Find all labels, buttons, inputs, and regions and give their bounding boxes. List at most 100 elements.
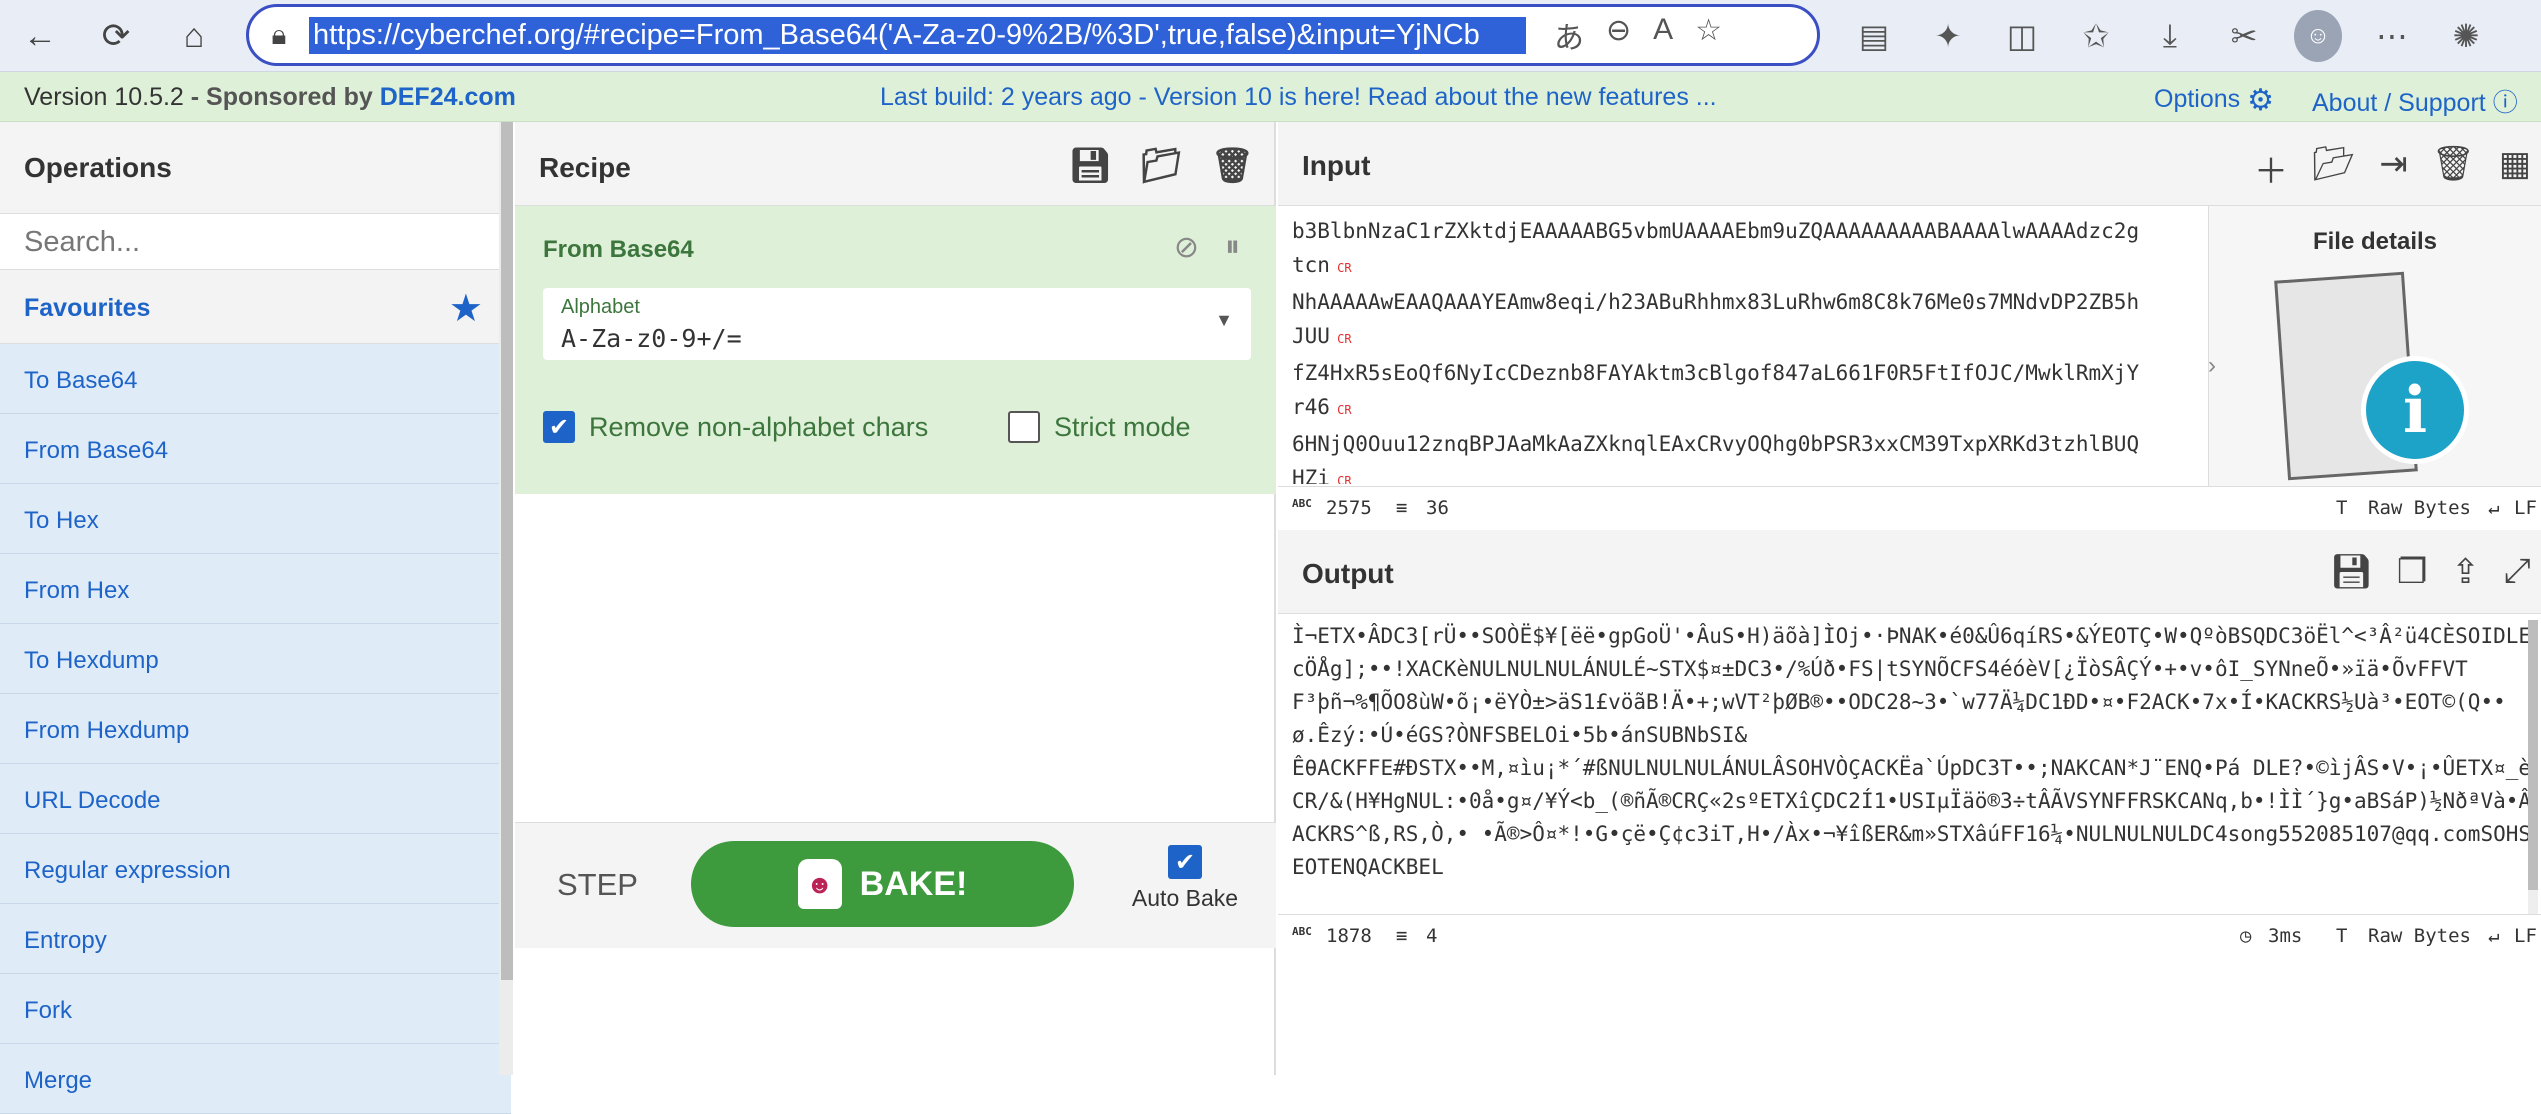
home-button[interactable]: ⌂ bbox=[168, 10, 220, 62]
info-icon: i bbox=[2361, 356, 2469, 464]
op-from-hex[interactable]: From Hex bbox=[0, 554, 511, 624]
alphabet-label: Alphabet bbox=[561, 296, 640, 318]
alphabet-select[interactable]: Alphabet A-Za-z0-9+/= ▼ bbox=[543, 288, 1251, 360]
output-status-bar: ABC 1878 ≡ 4 ◷ 3ms T Raw Bytes ↵ LF bbox=[1278, 914, 2541, 954]
op-from-base64[interactable]: From Base64 bbox=[0, 414, 511, 484]
sponsor-link[interactable]: DEF24.com bbox=[380, 83, 516, 111]
dropdown-caret-icon[interactable]: ▼ bbox=[1215, 310, 1233, 331]
checkbox-checked-icon[interactable]: ✔ bbox=[543, 411, 575, 443]
op-regular-expression[interactable]: Regular expression bbox=[0, 834, 511, 904]
operations-title: Operations bbox=[0, 122, 511, 214]
output-line: EOTENQACKBEL bbox=[1292, 855, 1444, 879]
favorites-icon[interactable]: ✩ bbox=[2072, 10, 2120, 62]
lines-icon: ≡ bbox=[1396, 925, 1408, 947]
operations-scrollbar[interactable] bbox=[499, 122, 513, 1075]
gear-icon[interactable]: ⚙ bbox=[2247, 83, 2274, 118]
zoom-out-icon[interactable]: ⊖ bbox=[1606, 13, 1631, 57]
more-menu-icon[interactable]: ⋯ bbox=[2368, 10, 2416, 62]
favorite-star-icon[interactable]: ☆ bbox=[1695, 13, 1722, 57]
downloads-icon[interactable]: ⤓ bbox=[2146, 10, 2194, 62]
options-label[interactable]: Options bbox=[2154, 85, 2240, 113]
op-to-hexdump[interactable]: To Hexdump bbox=[0, 624, 511, 694]
op-merge[interactable]: Merge bbox=[0, 1044, 511, 1114]
options-link[interactable]: Options ⚙ bbox=[2154, 83, 2274, 118]
output-line: ÊθACKFFE#ÐSTX••M,¤ìu¡*´#ßNULNULNULÁNULÂS… bbox=[1292, 756, 2532, 780]
replace-input-icon[interactable]: ⇪ bbox=[2451, 552, 2480, 592]
op-to-hex[interactable]: To Hex bbox=[0, 484, 511, 554]
maximize-icon[interactable]: ⤢ bbox=[2504, 552, 2531, 592]
clock-icon: ◷ bbox=[2240, 925, 2252, 947]
output-line: Ì¬ETX•ÂDC3[rÜ••SOÒË$¥[ëë•gpGoÜ'•ÂuS•H)äõ… bbox=[1292, 624, 2532, 648]
recipe-title: Recipe bbox=[539, 152, 631, 183]
screenshot-icon[interactable]: ✂ bbox=[2220, 10, 2268, 62]
refresh-button[interactable]: ⟳ bbox=[90, 10, 142, 62]
address-bar[interactable]: 🔒︎ https://cyberchef.org/#recipe=From_Ba… bbox=[246, 4, 1820, 66]
alphabet-value[interactable]: A-Za-z0-9+/= bbox=[561, 324, 742, 353]
profile-avatar[interactable]: ☺ bbox=[2294, 10, 2342, 62]
input-title: Input bbox=[1302, 150, 1371, 181]
input-length: 2575 bbox=[1326, 497, 1372, 519]
back-button[interactable]: ← bbox=[14, 10, 66, 62]
checkbox-unchecked-icon[interactable] bbox=[1008, 411, 1040, 443]
collections-icon[interactable]: ▤ bbox=[1850, 10, 1898, 62]
bake-time: 3ms bbox=[2268, 925, 2303, 947]
input-raw-bytes[interactable]: Raw Bytes bbox=[2368, 497, 2471, 519]
about-label[interactable]: About / Support bbox=[2312, 89, 2486, 117]
abc-icon: ABC bbox=[1292, 925, 1312, 938]
cr-marker: CR bbox=[1329, 261, 1352, 275]
recipe-panel: Recipe 💾︎ 📁︎ 🗑︎ From Base64 ⊘ ⏸︎ Alphabe… bbox=[515, 122, 1276, 1075]
remove-non-alphabet-label[interactable]: Remove non-alphabet chars bbox=[589, 412, 928, 443]
favourites-category[interactable]: Favourites ★ bbox=[0, 270, 511, 344]
bake-button[interactable]: ☻ BAKE! bbox=[691, 841, 1074, 927]
file-details-title: File details bbox=[2312, 228, 2438, 255]
auto-bake-checkbox[interactable]: ✔ Auto Bake bbox=[1125, 845, 1245, 912]
save-output-icon[interactable]: 💾︎ bbox=[2330, 552, 2373, 592]
recipe-op-name: From Base64 bbox=[543, 236, 694, 263]
bake-label[interactable]: BAKE! bbox=[860, 865, 968, 904]
url-text[interactable]: https://cyberchef.org/#recipe=From_Base6… bbox=[309, 16, 1526, 54]
build-notice-link[interactable]: Last build: 2 years ago - Version 10 is … bbox=[880, 83, 1717, 112]
copilot-icon[interactable]: ✺ bbox=[2442, 10, 2490, 62]
disable-op-icon[interactable]: ⊘ bbox=[1174, 230, 1199, 265]
remove-non-alphabet-checkbox[interactable]: ✔ Remove non-alphabet chars bbox=[543, 411, 928, 443]
output-eol[interactable]: LF bbox=[2514, 925, 2537, 947]
copy-output-icon[interactable]: ❐ bbox=[2397, 552, 2427, 592]
load-recipe-icon[interactable]: 📁︎ bbox=[1140, 146, 1183, 186]
auto-bake-label[interactable]: Auto Bake bbox=[1132, 885, 1238, 911]
output-textarea[interactable]: Ì¬ETX•ÂDC3[rÜ••SOÒË$¥[ëë•gpGoÜ'•ÂuS•H)äõ… bbox=[1292, 620, 2532, 918]
collapse-chevron-icon[interactable]: › bbox=[2208, 352, 2216, 380]
strict-mode-checkbox[interactable]: Strict mode bbox=[1008, 411, 1191, 443]
operations-search-input[interactable]: Search... bbox=[0, 214, 511, 270]
extensions-icon[interactable]: ✦ bbox=[1924, 10, 1972, 62]
output-raw-bytes[interactable]: Raw Bytes bbox=[2368, 925, 2471, 947]
about-link[interactable]: About / Support ⓘ bbox=[2312, 83, 2518, 119]
version-text: Version 10.5.2 bbox=[24, 83, 184, 111]
strict-mode-label[interactable]: Strict mode bbox=[1054, 412, 1191, 443]
split-screen-icon[interactable]: ◫ bbox=[1998, 10, 2046, 62]
op-fork[interactable]: Fork bbox=[0, 974, 511, 1044]
top-banner: Version 10.5.2 - Sponsored by DEF24.com … bbox=[0, 72, 2541, 122]
info-icon[interactable]: ⓘ bbox=[2493, 89, 2518, 117]
clear-input-icon[interactable]: 🗑︎ bbox=[2432, 144, 2475, 193]
op-from-hexdump[interactable]: From Hexdump bbox=[0, 694, 511, 764]
input-eol[interactable]: LF bbox=[2514, 497, 2537, 519]
output-scrollbar[interactable] bbox=[2528, 620, 2538, 920]
layout-icon[interactable]: ▦ bbox=[2499, 144, 2531, 193]
add-tab-icon[interactable]: ＋ bbox=[2254, 144, 2288, 193]
read-aloud-icon[interactable]: A bbox=[1653, 13, 1673, 57]
pause-op-icon[interactable]: ⏸︎ bbox=[1225, 230, 1240, 265]
chef-icon: ☻ bbox=[797, 859, 842, 909]
favourites-label[interactable]: Favourites bbox=[24, 294, 150, 322]
open-file-icon[interactable]: ⇥ bbox=[2379, 144, 2408, 193]
clear-recipe-icon[interactable]: 🗑︎ bbox=[1211, 146, 1254, 186]
browser-toolbar: ← ⟳ ⌂ 🔒︎ https://cyberchef.org/#recipe=F… bbox=[0, 0, 2541, 72]
open-folder-icon[interactable]: 📂︎ bbox=[2312, 144, 2355, 193]
op-entropy[interactable]: Entropy bbox=[0, 904, 511, 974]
op-to-base64[interactable]: To Base64 bbox=[0, 344, 511, 414]
op-url-decode[interactable]: URL Decode bbox=[0, 764, 511, 834]
operations-panel: Operations Search... Favourites ★ To Base… bbox=[0, 122, 513, 1114]
translate-icon[interactable]: あ bbox=[1554, 13, 1584, 57]
checkbox-checked-icon[interactable]: ✔ bbox=[1168, 845, 1202, 879]
save-recipe-icon[interactable]: 💾︎ bbox=[1068, 146, 1111, 186]
step-button[interactable]: STEP bbox=[557, 867, 638, 903]
